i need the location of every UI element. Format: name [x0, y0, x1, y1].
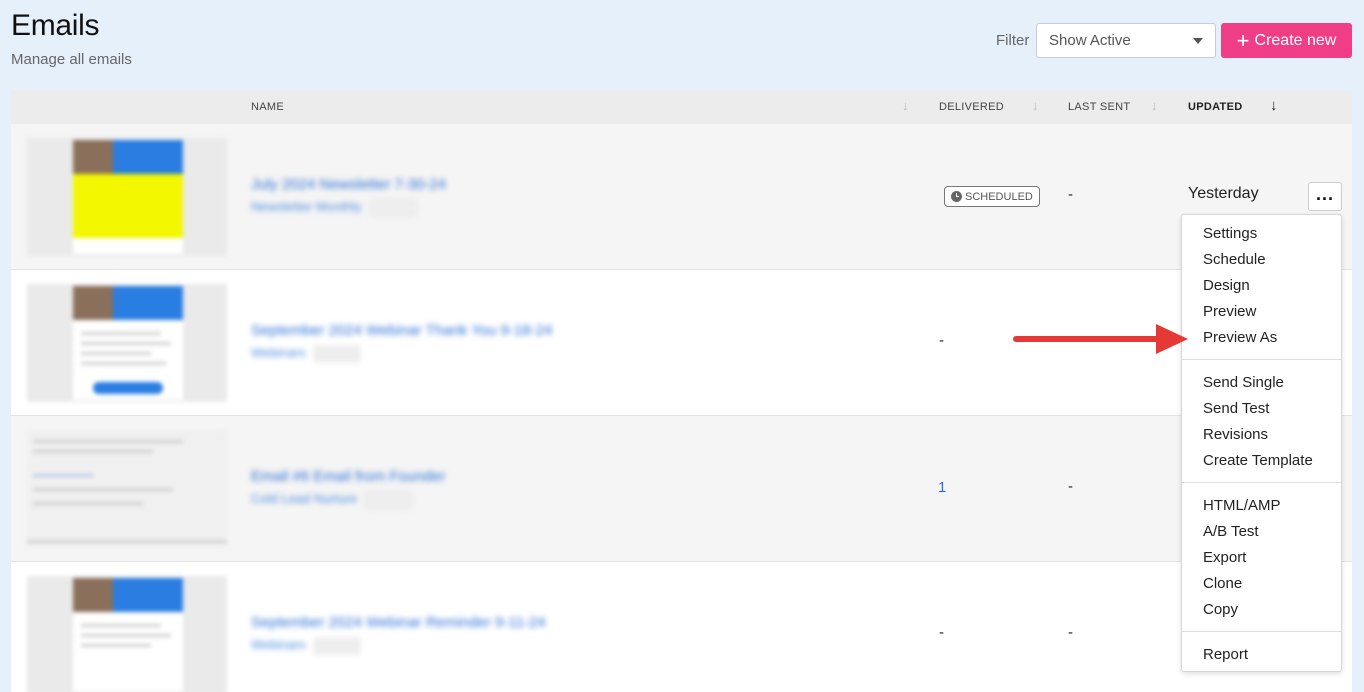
menu-item-preview[interactable]: Preview [1203, 303, 1256, 320]
table-row[interactable]: September 2024 Webinar Reminder 9-11-24 … [11, 562, 1352, 692]
create-new-button[interactable]: + Create new [1221, 23, 1352, 58]
menu-item-preview-as[interactable]: Preview As [1203, 329, 1277, 346]
menu-item-send-test[interactable]: Send Test [1203, 400, 1269, 417]
more-actions-button[interactable]: ... [1308, 182, 1342, 211]
email-thumbnail[interactable] [27, 576, 227, 692]
menu-item-clone[interactable]: Clone [1203, 575, 1242, 592]
annotation-arrow-icon [1013, 324, 1188, 354]
column-header-updated[interactable]: UPDATED [1188, 101, 1242, 113]
more-horizontal-icon: ... [1315, 183, 1334, 204]
last-sent-value: - [1068, 624, 1073, 641]
delivered-value: - [939, 332, 944, 349]
menu-item-copy[interactable]: Copy [1203, 601, 1238, 618]
last-sent-value: - [1068, 478, 1073, 495]
menu-divider [1182, 631, 1341, 632]
clock-icon [951, 191, 962, 202]
menu-item-schedule[interactable]: Schedule [1203, 251, 1266, 268]
delivered-value: - [939, 624, 944, 641]
menu-item-design[interactable]: Design [1203, 277, 1250, 294]
last-sent-value: - [1068, 186, 1073, 203]
email-folder: Cold Lead Nurture [251, 491, 412, 508]
column-header-delivered[interactable]: DELIVERED [939, 101, 1004, 113]
menu-item-html-amp[interactable]: HTML/AMP [1203, 497, 1281, 514]
table-row[interactable]: July 2024 Newsletter 7-30-24 Newsletter … [11, 124, 1352, 270]
email-folder: Webinars [251, 637, 361, 654]
filter-value: Show Active [1049, 32, 1131, 49]
status-badge: SCHEDULED [944, 186, 1040, 207]
arrow-down-icon[interactable]: ↓ [1270, 97, 1278, 114]
menu-item-revisions[interactable]: Revisions [1203, 426, 1268, 443]
table-header: NAME ↓ DELIVERED ↓ LAST SENT ↓ UPDATED ↓ [11, 90, 1352, 124]
menu-item-settings[interactable]: Settings [1203, 225, 1257, 242]
menu-item-send-single[interactable]: Send Single [1203, 374, 1284, 391]
email-name[interactable]: September 2024 Webinar Thank You 9-18-24 [251, 322, 552, 339]
email-thumbnail[interactable] [27, 430, 227, 548]
email-name[interactable]: Email #6 Email from Founder [251, 468, 445, 485]
filter-select[interactable]: Show Active [1036, 23, 1216, 58]
arrow-down-icon[interactable]: ↓ [1032, 98, 1039, 113]
create-new-label: Create new [1254, 31, 1337, 49]
email-folder: Newsletter Monthly [251, 199, 416, 216]
updated-value: Yesterday [1188, 185, 1259, 202]
email-name[interactable]: September 2024 Webinar Reminder 9-11-24 [251, 614, 546, 631]
email-name[interactable]: July 2024 Newsletter 7-30-24 [251, 176, 446, 193]
email-folder: Webinars [251, 345, 361, 362]
menu-item-report[interactable]: Report [1203, 646, 1248, 663]
column-header-name[interactable]: NAME [251, 101, 284, 113]
table-row[interactable]: Email #6 Email from Founder Cold Lead Nu… [11, 416, 1352, 562]
actions-dropdown-menu: Settings Schedule Design Preview Preview… [1181, 214, 1342, 672]
email-thumbnail[interactable] [27, 138, 227, 256]
page-title: Emails [11, 9, 100, 42]
arrow-down-icon[interactable]: ↓ [1151, 98, 1158, 113]
filter-label: Filter [996, 32, 1030, 49]
menu-divider [1182, 482, 1341, 483]
caret-down-icon [1193, 38, 1203, 44]
delivered-count-link[interactable]: 1 [938, 479, 946, 496]
menu-item-ab-test[interactable]: A/B Test [1203, 523, 1259, 540]
email-thumbnail[interactable] [27, 284, 227, 402]
arrow-down-icon[interactable]: ↓ [902, 98, 909, 113]
plus-icon: + [1236, 27, 1250, 53]
column-header-last-sent[interactable]: LAST SENT [1068, 101, 1130, 113]
menu-item-create-template[interactable]: Create Template [1203, 452, 1313, 469]
page-subtitle: Manage all emails [11, 51, 132, 68]
menu-divider [1182, 359, 1341, 360]
menu-item-export[interactable]: Export [1203, 549, 1246, 566]
